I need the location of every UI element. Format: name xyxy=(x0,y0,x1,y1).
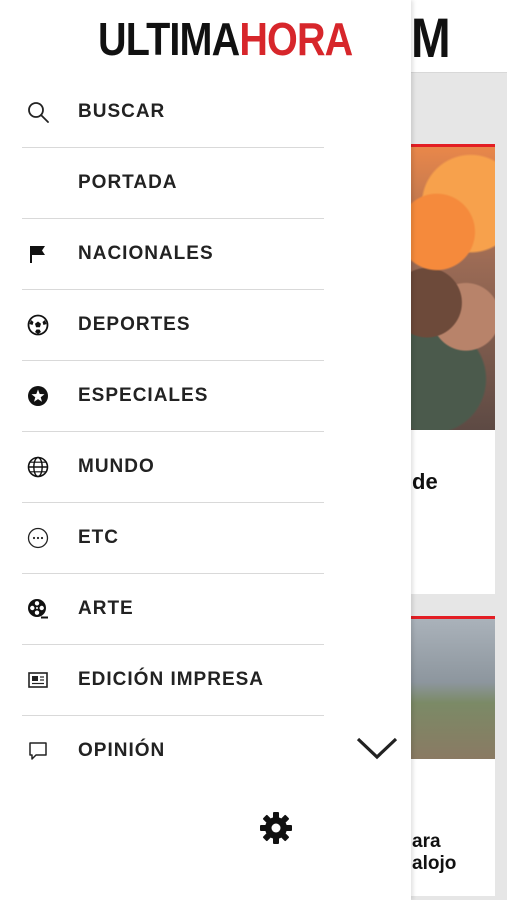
menu-item-deportes[interactable]: DEPORTES xyxy=(22,290,324,361)
news-photo xyxy=(398,147,495,430)
news-photo xyxy=(398,619,495,759)
navigation-drawer: ULTIMAHORA BUSCAR PORTADA NACIONALES DEP… xyxy=(0,0,411,900)
news-headline-fragment: ara xyxy=(412,831,441,852)
menu-item-especiales[interactable]: ESPECIALES xyxy=(22,361,324,432)
menu-item-label: ESPECIALES xyxy=(78,385,209,406)
background-news-card[interactable]: ara alojo xyxy=(398,616,495,896)
drawer-menu: BUSCAR PORTADA NACIONALES DEPORTES ESPEC… xyxy=(22,77,324,786)
news-headline-fragment: de xyxy=(412,469,438,494)
comment-icon xyxy=(27,740,49,762)
menu-item-buscar[interactable]: BUSCAR xyxy=(22,77,324,148)
menu-item-label: MUNDO xyxy=(78,456,155,477)
menu-item-label: OPINIÓN xyxy=(78,740,166,761)
menu-item-edicion-impresa[interactable]: EDICIÓN IMPRESA xyxy=(22,645,324,716)
menu-item-portada[interactable]: PORTADA xyxy=(22,148,324,219)
globe-icon xyxy=(27,456,49,478)
background-logo-fragment: M xyxy=(411,6,451,69)
logo-part-hora: HORA xyxy=(239,13,353,65)
newspaper-icon xyxy=(27,669,49,691)
menu-item-arte[interactable]: ARTE xyxy=(22,574,324,645)
settings-button[interactable] xyxy=(256,810,296,850)
menu-item-label: PORTADA xyxy=(78,172,178,193)
menu-item-etc[interactable]: ETC xyxy=(22,503,324,574)
star-circle-icon xyxy=(27,385,49,407)
news-headline-fragment: alojo xyxy=(412,853,457,874)
gear-icon xyxy=(258,810,294,851)
soccer-ball-icon xyxy=(27,314,49,336)
search-icon xyxy=(27,101,49,123)
logo-part-ultima: ULTIMA xyxy=(98,13,240,65)
background-news-card[interactable]: de xyxy=(398,144,495,594)
more-circle-icon xyxy=(27,527,49,549)
menu-item-opinion[interactable]: OPINIÓN xyxy=(22,716,324,786)
menu-item-label: EDICIÓN IMPRESA xyxy=(78,669,265,690)
film-reel-icon xyxy=(27,598,49,620)
menu-item-label: ARTE xyxy=(78,598,134,619)
chevron-down-icon[interactable] xyxy=(354,733,400,763)
menu-item-label: BUSCAR xyxy=(78,101,166,122)
menu-item-nacionales[interactable]: NACIONALES xyxy=(22,219,324,290)
ultimahora-logo[interactable]: ULTIMAHORA xyxy=(98,13,353,65)
flag-icon xyxy=(27,243,49,265)
menu-item-label: NACIONALES xyxy=(78,243,214,264)
menu-item-label: DEPORTES xyxy=(78,314,191,335)
menu-item-label: ETC xyxy=(78,527,119,548)
menu-item-mundo[interactable]: MUNDO xyxy=(22,432,324,503)
